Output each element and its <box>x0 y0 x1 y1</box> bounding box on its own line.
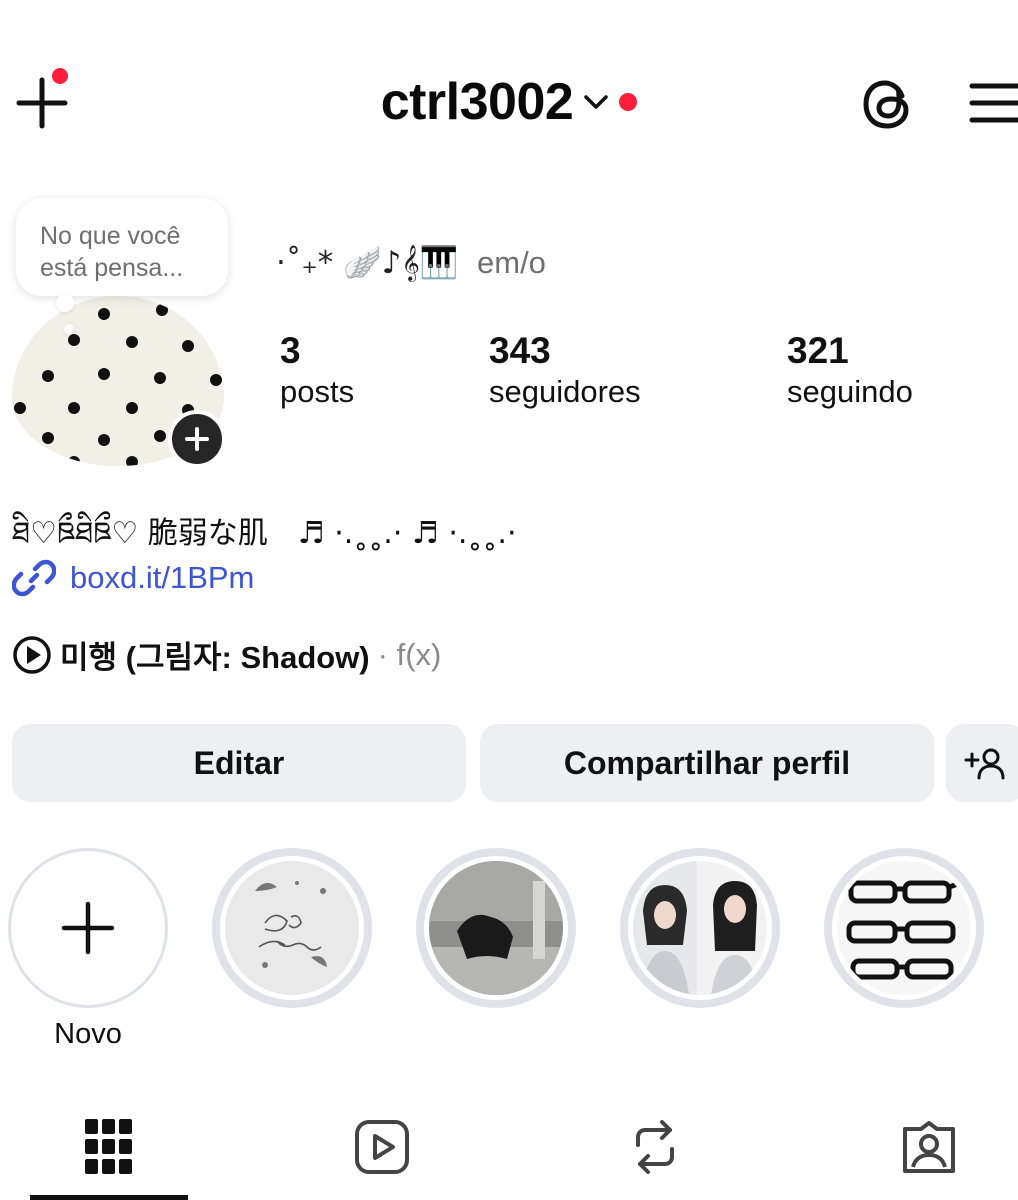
account-notification-dot <box>619 93 638 111</box>
stat-followers-value: 343 <box>489 330 551 371</box>
plus-icon <box>185 427 209 451</box>
stat-following-value: 321 <box>787 330 849 371</box>
reels-icon <box>355 1120 409 1174</box>
dark-photo-highlight <box>429 861 563 995</box>
new-highlight-button[interactable] <box>8 848 168 1008</box>
link-icon <box>12 559 56 597</box>
stat-posts[interactable]: 3 posts <box>280 330 354 410</box>
add-story-button[interactable] <box>168 410 226 468</box>
username: ctrl3002 <box>380 73 574 131</box>
plus-icon <box>61 901 115 955</box>
note-text: No que você está pensa... <box>40 222 184 282</box>
highlight-item[interactable] <box>620 848 780 1008</box>
music-title: 미행 (그림자: Shadow) <box>60 640 370 675</box>
new-highlight-label: Novo <box>54 1018 122 1050</box>
threads-icon <box>863 80 909 129</box>
highlight-item[interactable] <box>212 848 372 1008</box>
threads-button[interactable] <box>858 74 918 134</box>
stat-followers[interactable]: 343 seguidores <box>489 330 641 410</box>
pronouns: em/o <box>477 245 546 280</box>
profile-link-text: boxd.it/1BPm <box>70 560 255 595</box>
stat-following-label: seguindo <box>787 374 913 409</box>
tab-reels[interactable] <box>337 1112 427 1182</box>
discover-people-button[interactable] <box>946 724 1018 802</box>
stat-posts-label: posts <box>280 374 355 409</box>
account-switcher[interactable]: ctrl3002 <box>381 72 638 132</box>
menu-button[interactable] <box>968 78 1018 128</box>
tab-posts[interactable] <box>64 1112 154 1182</box>
chevron-down-icon <box>584 95 609 109</box>
tagged-icon <box>903 1121 955 1173</box>
tab-reposts[interactable] <box>610 1112 700 1182</box>
edit-profile-button[interactable]: Editar <box>12 724 466 802</box>
note-tail <box>56 294 74 312</box>
edit-profile-label: Editar <box>193 744 285 781</box>
stat-posts-value: 3 <box>280 330 301 371</box>
add-person-icon <box>964 748 1005 780</box>
portrait-highlight <box>633 861 767 995</box>
glasses-highlight <box>837 861 971 995</box>
grid-icon <box>85 1119 132 1174</box>
play-circle-icon <box>13 635 51 674</box>
tab-tagged[interactable] <box>884 1112 974 1182</box>
share-profile-button[interactable]: Compartilhar perfil <box>480 724 934 802</box>
stat-following[interactable]: 321 seguindo <box>787 330 913 410</box>
highlight-item[interactable] <box>824 848 984 1008</box>
hamburger-icon <box>969 83 1018 123</box>
dear-engene-highlight <box>225 861 359 995</box>
profile-music[interactable]: 미행 (그림자: Shadow) · f(x) <box>12 632 441 677</box>
name-decoration: ·˚₊* 🪽♪𝄞🎹 <box>276 245 459 281</box>
profile-link[interactable]: boxd.it/1BPm <box>12 556 254 600</box>
stat-followers-label: seguidores <box>489 374 641 409</box>
note-bubble[interactable]: No que você está pensa... <box>16 198 228 296</box>
highlight-item[interactable] <box>416 848 576 1008</box>
profile-name: ·˚₊* 🪽♪𝄞🎹 em/o <box>276 244 546 282</box>
music-artist: · f(x) <box>377 636 442 672</box>
active-tab-indicator <box>30 1195 188 1200</box>
share-profile-label: Compartilhar perfil <box>563 744 851 781</box>
note-tail-small <box>64 324 74 334</box>
repost-icon <box>636 1120 674 1174</box>
